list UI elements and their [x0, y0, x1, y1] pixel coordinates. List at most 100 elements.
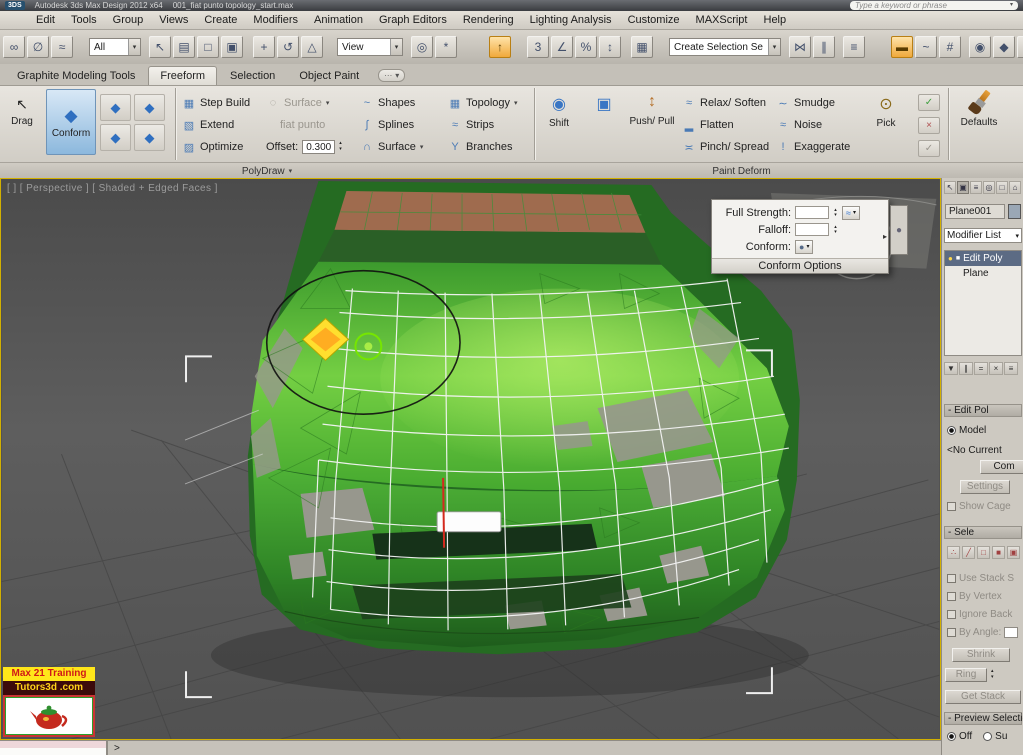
hierarchy-tab[interactable]: ≡ [970, 181, 982, 194]
surface-draw-button[interactable]: ∩ Surface ▾ [360, 138, 423, 156]
strength-options-button[interactable]: ≈ ▾ [842, 205, 860, 220]
cancel-button[interactable]: × [918, 117, 940, 134]
stack-item-plane[interactable]: Plane [945, 266, 1021, 281]
popup-extension-panel[interactable]: ● [890, 205, 908, 255]
menu-maxscript[interactable]: MAXScript [688, 14, 756, 26]
settings-button[interactable]: Settings [960, 480, 1010, 494]
utilities-tab[interactable]: ⌂ [1009, 181, 1021, 194]
create-tab[interactable]: ↖ [944, 181, 956, 194]
show-end-result-button[interactable]: ∥ [959, 362, 973, 375]
defaults-button[interactable]: Defaults [952, 89, 1006, 128]
configure-modifier-sets-button[interactable]: ≡ [1004, 362, 1018, 375]
modify-tab[interactable]: ▣ [957, 181, 969, 194]
popup-flyout-arrow[interactable]: ▸ [883, 232, 887, 241]
display-tab[interactable]: □ [996, 181, 1008, 194]
vertex-mode-button[interactable]: ∴ [947, 546, 960, 559]
exaggerate-button[interactable]: ! Exaggerate [776, 138, 850, 156]
bind-to-space-warp-button[interactable]: ≈ [51, 36, 73, 58]
by-vertex-checkbox[interactable]: By Vertex [947, 590, 1002, 603]
splines-button[interactable]: ∫ Splines [360, 116, 414, 134]
strips-button[interactable]: ≈ Strips [448, 116, 494, 134]
ring-spinner[interactable]: ▴ ▾ [991, 668, 994, 681]
make-unique-button[interactable]: = [974, 362, 988, 375]
modifier-list-dropdown[interactable]: Modifier List ▾ [944, 228, 1022, 243]
push-pull-brush-button[interactable]: ↕ Push/ Pull [628, 90, 676, 127]
named-selection-sets-dropdown[interactable]: Create Selection Se ▾ [669, 38, 781, 56]
select-and-manipulate-button[interactable]: * [435, 36, 457, 58]
pinch-spread-button[interactable]: ≍ Pinch/ Spread [682, 138, 769, 156]
full-strength-spinner[interactable]: ▴ ▾ [831, 207, 840, 218]
menu-graph-editors[interactable]: Graph Editors [371, 14, 455, 26]
edit-named-selection-sets-button[interactable]: ▦ [631, 36, 653, 58]
polydraw-panel-caption[interactable]: PolyDraw ▾ [0, 164, 534, 178]
model-radio[interactable]: Model [947, 424, 986, 437]
maxscript-mini-listener[interactable] [0, 748, 108, 755]
use-stack-selection-checkbox[interactable]: Use Stack S [947, 572, 1014, 585]
pin-stack-button[interactable]: ▼ [944, 362, 958, 375]
caddy-box[interactable] [436, 511, 502, 533]
conform-tool-button[interactable]: ◆ Conform [46, 89, 96, 155]
select-and-move-button[interactable]: + [253, 36, 275, 58]
falloff-spinner[interactable]: ▴ ▾ [831, 224, 840, 235]
schematic-view-button[interactable]: # [939, 36, 961, 58]
extend-button[interactable]: ▧ Extend [182, 116, 234, 134]
select-and-link-button[interactable]: ∞ [3, 36, 25, 58]
menu-modifiers[interactable]: Modifiers [245, 14, 306, 26]
menu-edit[interactable]: Edit [28, 14, 63, 26]
edge-mode-button[interactable]: ╱ [962, 546, 975, 559]
window-crossing-button[interactable]: ▣ [221, 36, 243, 58]
menu-lighting-analysis[interactable]: Lighting Analysis [522, 14, 620, 26]
percent-snap-toggle[interactable]: % [575, 36, 597, 58]
paint-options-button[interactable]: ▣ [584, 92, 624, 116]
by-angle-checkbox[interactable]: By Angle: [947, 626, 1019, 639]
select-and-rotate-button[interactable]: ↺ [277, 36, 299, 58]
tab-object-paint[interactable]: Object Paint [288, 67, 370, 85]
pick-button[interactable]: ⊙ Pick [866, 92, 906, 129]
conform-mode-button[interactable]: ● ▾ [795, 239, 814, 254]
reference-coordinate-system-dropdown[interactable]: View ▾ [337, 38, 403, 56]
spinner-snap-toggle[interactable]: ↕ [599, 36, 621, 58]
falloff-field[interactable] [795, 223, 829, 236]
topology-button[interactable]: ▦ Topology ▾ [448, 94, 518, 112]
graphite-ribbon-toggle[interactable]: ▬ [891, 36, 913, 58]
infocenter-search-input[interactable]: Type a keyword or phrase ▾ [850, 1, 1018, 10]
menu-create[interactable]: Create [196, 14, 245, 26]
unlink-selection-button[interactable]: ∅ [27, 36, 49, 58]
selection-rollout-header[interactable]: - Sele [944, 526, 1022, 539]
rendered-frame-window-button[interactable]: ▸ [1017, 36, 1023, 58]
object-color-swatch[interactable] [1008, 204, 1021, 219]
ring-button[interactable]: Ring [945, 668, 987, 682]
ignore-backfacing-checkbox[interactable]: Ignore Back [947, 608, 1012, 621]
conform-brush-2-button[interactable]: ◆ [134, 94, 165, 121]
edit-poly-rollout-header[interactable]: - Edit Pol [944, 404, 1022, 417]
offset-spinner[interactable]: Offset: 0.300 ▴ ▾ [266, 138, 342, 156]
angle-snap-toggle[interactable]: ∠ [551, 36, 573, 58]
shift-brush-button[interactable]: ◉ Shift [538, 92, 580, 129]
commit-operation-button[interactable]: Com [980, 460, 1023, 474]
off-radio[interactable] [947, 732, 956, 741]
render-setup-button[interactable]: ◆ [993, 36, 1015, 58]
ribbon-overflow-button[interactable]: ··· ▾ [378, 69, 406, 82]
relax-soften-button[interactable]: ≈ Relax/ Soften [682, 94, 766, 112]
shrink-button[interactable]: Shrink [952, 648, 1010, 662]
menu-animation[interactable]: Animation [306, 14, 371, 26]
rectangular-selection-region-button[interactable]: □ [197, 36, 219, 58]
element-mode-button[interactable]: ▣ [1007, 546, 1020, 559]
step-build-button[interactable]: ▦ Step Build [182, 94, 250, 112]
align-button[interactable]: ∥ [813, 36, 835, 58]
optimize-button[interactable]: ▨ Optimize [182, 138, 244, 156]
revert-button[interactable]: ✓ [918, 140, 940, 157]
by-angle-value-field[interactable] [1004, 627, 1019, 638]
preview-selection-rollout-header[interactable]: - Preview Selectio [944, 712, 1023, 725]
stack-item-edit-poly[interactable]: ● ■ Edit Poly [945, 251, 1021, 266]
drag-tool-button[interactable]: ↖ Drag [2, 94, 42, 127]
flatten-button[interactable]: ▂ Flatten [682, 116, 734, 134]
curve-editor-button[interactable]: ~ [915, 36, 937, 58]
full-strength-field[interactable] [795, 206, 829, 219]
show-cage-checkbox[interactable]: Show Cage [947, 500, 1011, 513]
selection-filter-dropdown[interactable]: All ▾ [89, 38, 141, 56]
macro-recorder-strip[interactable] [0, 741, 108, 748]
menu-customize[interactable]: Customize [620, 14, 688, 26]
snaps-toggle-button[interactable]: 3 [527, 36, 549, 58]
menu-views[interactable]: Views [151, 14, 196, 26]
